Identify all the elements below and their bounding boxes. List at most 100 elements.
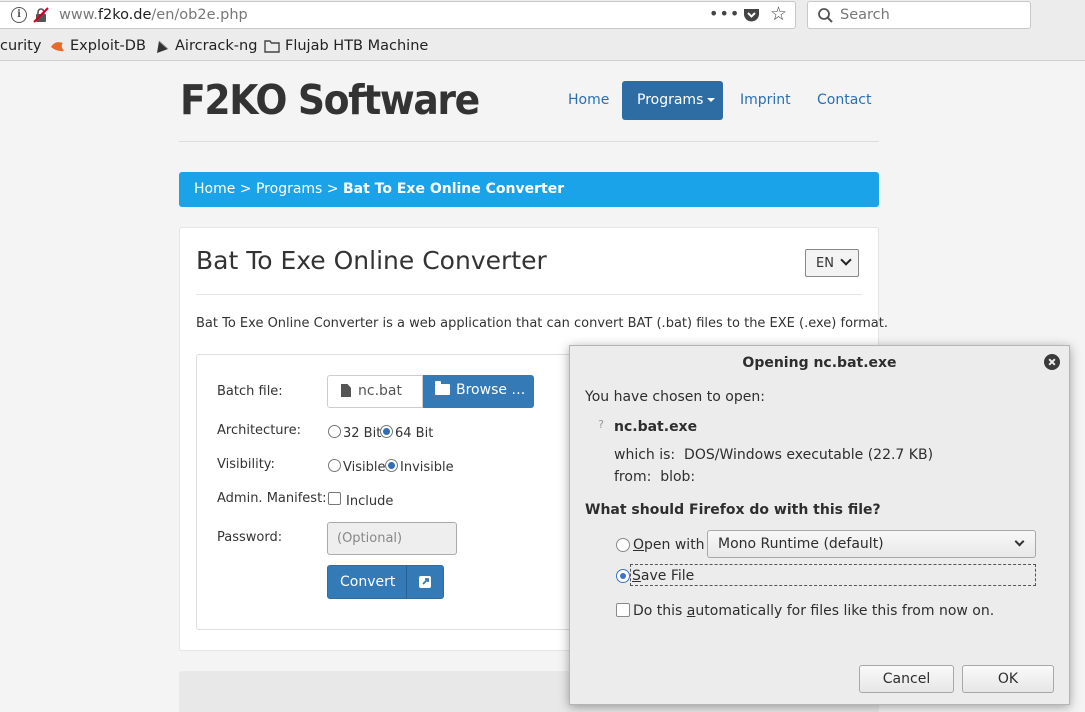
radio-64-bit-label[interactable]: 64 Bit: [395, 426, 433, 441]
radio-invisible-label[interactable]: Invisible: [400, 460, 454, 475]
insecure-lock-icon[interactable]: [33, 7, 49, 23]
breadcrumb-programs[interactable]: Programs: [256, 181, 322, 197]
password-placeholder: (Optional): [337, 531, 403, 546]
chosen-to-open-text: You have chosen to open:: [585, 389, 765, 405]
open-with-text: pen with: [644, 537, 705, 553]
breadcrumb-separator: >: [322, 181, 343, 197]
radio-64-bit[interactable]: [380, 425, 393, 438]
caret-down-icon: [707, 98, 716, 102]
auto-text-pre: Do this: [633, 603, 687, 619]
which-is-label: which is:: [614, 447, 676, 463]
action-question: What should Firefox do with this file?: [585, 502, 881, 518]
save-file-text: ave File: [640, 568, 695, 584]
convert-label: Convert: [340, 574, 396, 590]
page-title: Bat To Exe Online Converter: [196, 246, 547, 275]
browse-label: Browse …: [456, 382, 526, 398]
language-select[interactable]: EN: [805, 249, 859, 277]
url-host: f2ko.de: [97, 7, 152, 23]
bookmark-label: curity: [0, 38, 42, 54]
file-source-row: from: blob:: [614, 469, 695, 485]
url-text[interactable]: www.f2ko.de/en/ob2e.php: [59, 7, 248, 23]
url-prefix: www.: [59, 7, 98, 23]
radio-visible[interactable]: [328, 459, 341, 472]
exploit-db-icon: [51, 42, 64, 52]
cancel-button[interactable]: Cancel: [859, 665, 954, 693]
search-placeholder: Search: [840, 7, 890, 23]
breadcrumb-current: Bat To Exe Online Converter: [343, 181, 565, 197]
info-icon[interactable]: i: [11, 7, 27, 23]
pocket-icon[interactable]: [743, 7, 760, 23]
open-file-dialog: Opening nc.bat.exe You have chosen to op…: [569, 345, 1070, 705]
close-icon[interactable]: [1044, 354, 1060, 370]
visibility-label: Visibility:: [217, 457, 275, 472]
breadcrumb-separator: >: [235, 181, 256, 197]
batch-file-label: Batch file:: [217, 384, 283, 399]
header-divider: [179, 141, 879, 142]
include-manifest-checkbox[interactable]: [328, 492, 341, 505]
bookmark-star-icon[interactable]: ☆: [770, 4, 787, 24]
save-file-radio[interactable]: [616, 569, 630, 583]
convert-button[interactable]: Convert: [327, 565, 444, 599]
radio-32-bit[interactable]: [328, 425, 341, 438]
nav-programs-label: Programs: [637, 92, 704, 108]
bookmark-exploit-db[interactable]: Exploit-DB: [50, 38, 146, 54]
ok-button[interactable]: OK: [962, 665, 1054, 693]
browser-toolbar: i www.f2ko.de/en/ob2e.php ••• ☆ Search: [0, 0, 1085, 33]
auto-text-post: utomatically for files like this from no…: [695, 603, 995, 619]
password-input[interactable]: (Optional): [327, 522, 457, 555]
aircrack-icon: [157, 40, 169, 53]
bookmark-flujab[interactable]: Flujab HTB Machine: [264, 38, 428, 54]
radio-32-bit-label[interactable]: 32 Bit: [343, 426, 381, 441]
bookmark-label: Flujab HTB Machine: [285, 38, 429, 54]
save-file-label[interactable]: Save File: [632, 568, 694, 584]
bookmark-label: Aircrack-ng: [175, 38, 258, 54]
url-bar[interactable]: i www.f2ko.de/en/ob2e.php ••• ☆: [0, 1, 796, 29]
nav-imprint[interactable]: Imprint: [740, 92, 791, 108]
bookmark-label: Exploit-DB: [70, 38, 146, 54]
bookmark-aircrack-ng[interactable]: Aircrack-ng: [155, 38, 257, 54]
from-label: from:: [614, 469, 652, 485]
bookmarks-toolbar: curity Exploit-DB Aircrack-ng Flujab HTB…: [0, 33, 1085, 61]
language-value: EN: [816, 256, 834, 271]
open-with-app-select[interactable]: Mono Runtime (default): [707, 530, 1036, 558]
site-brand[interactable]: F2KO Software: [180, 76, 480, 124]
file-type-row: which is: DOS/Windows executable (22.7 K…: [614, 447, 933, 463]
radio-invisible[interactable]: [385, 459, 398, 472]
open-with-radio[interactable]: [616, 538, 630, 552]
from-value: blob:: [660, 469, 696, 485]
breadcrumb-home[interactable]: Home: [194, 181, 235, 197]
include-manifest-label[interactable]: Include: [346, 494, 393, 509]
save-file-accel: S: [632, 568, 641, 584]
search-box[interactable]: Search: [807, 1, 1031, 29]
breadcrumb: Home > Programs > Bat To Exe Online Conv…: [179, 172, 879, 207]
password-label: Password:: [217, 530, 283, 545]
nav-contact[interactable]: Contact: [817, 92, 871, 108]
file-name-text: nc.bat: [358, 383, 402, 399]
button-separator: [406, 566, 407, 598]
dialog-file-name: nc.bat.exe: [614, 419, 698, 435]
nav-home[interactable]: Home: [568, 92, 609, 108]
search-icon: [818, 8, 833, 23]
page-actions-menu-icon[interactable]: •••: [709, 4, 740, 23]
unknown-file-icon: ?: [598, 418, 604, 431]
radio-visible-label[interactable]: Visible: [343, 460, 385, 475]
folder-icon: [264, 40, 280, 53]
external-link-icon: [419, 576, 431, 588]
browse-button[interactable]: Browse …: [423, 375, 534, 408]
admin-manifest-label: Admin. Manifest:: [217, 491, 327, 506]
chevron-down-icon: [840, 254, 852, 266]
open-with-accel: O: [633, 537, 645, 553]
description: Bat To Exe Online Converter is a web app…: [196, 316, 889, 331]
which-is-value: DOS/Windows executable (22.7 KB): [684, 447, 934, 463]
nav-programs[interactable]: Programs: [622, 81, 723, 120]
bookmark-security[interactable]: curity: [0, 38, 41, 54]
open-with-app: Mono Runtime (default): [718, 536, 884, 552]
url-path: /en/ob2e.php: [151, 7, 248, 23]
open-with-label[interactable]: Open with: [633, 537, 705, 553]
auto-action-checkbox[interactable]: [616, 603, 630, 617]
auto-action-label[interactable]: Do this automatically for files like thi…: [633, 603, 994, 619]
folder-open-icon: [435, 381, 450, 395]
chevron-down-icon: [1014, 536, 1025, 547]
dialog-title: Opening nc.bat.exe: [742, 355, 897, 371]
architecture-label: Architecture:: [217, 423, 301, 438]
